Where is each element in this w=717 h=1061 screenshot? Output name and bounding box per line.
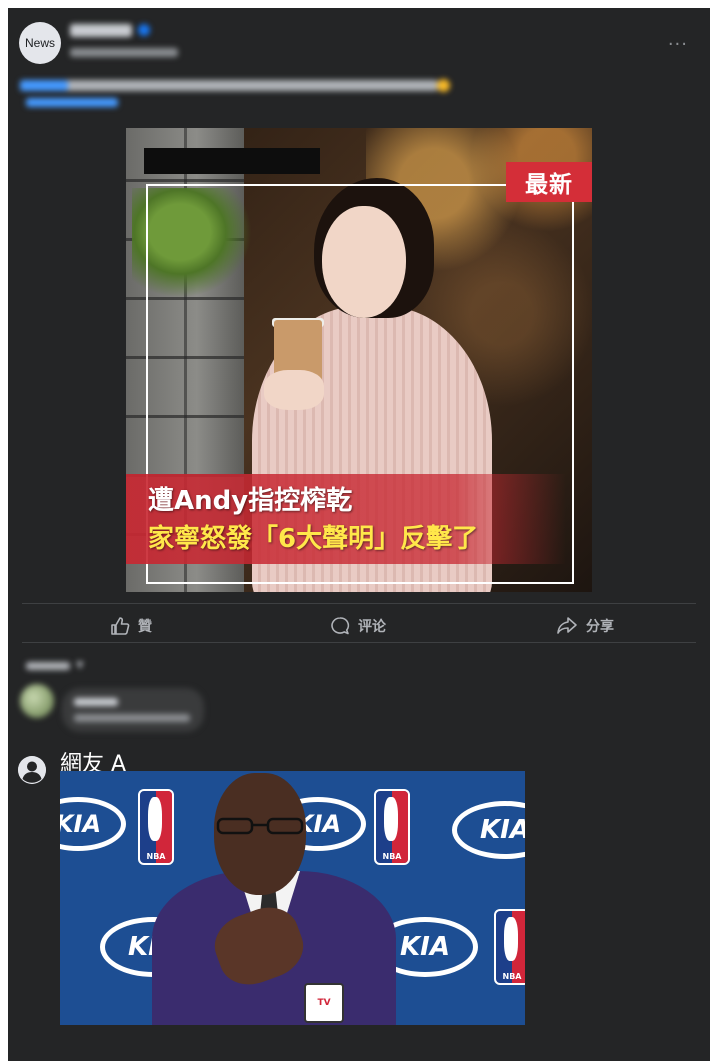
verified-badge-icon — [138, 24, 150, 36]
chevron-down-icon[interactable]: ▼ — [76, 660, 84, 671]
like-label: 贊 — [138, 619, 152, 635]
like-button[interactable]: 贊 — [110, 614, 152, 638]
share-arrow-icon — [557, 617, 577, 634]
latest-badge: 最新 — [506, 162, 592, 202]
reply-image[interactable]: KIA KIA KIA KIA KIA NBA NBA NBA TV — [60, 771, 525, 1025]
action-bar-bottom-divider — [22, 642, 696, 643]
user-avatar-icon[interactable] — [18, 756, 46, 784]
share-label: 分享 — [586, 619, 614, 635]
page-name-redacted[interactable] — [70, 24, 132, 37]
action-bar-top-divider — [22, 603, 696, 604]
nba-logo: NBA — [138, 789, 174, 865]
comment-bubble-icon — [331, 617, 350, 635]
caption-link-redacted[interactable] — [26, 98, 118, 107]
comment-sort-redacted[interactable] — [26, 662, 70, 670]
facebook-post-card: News ··· 最新 遭Andy指控榨乾 家寧怒發「6大聲明」反擊了 贊 评论… — [8, 8, 710, 1061]
share-button[interactable]: 分享 — [556, 614, 614, 638]
glasses-icon — [216, 817, 304, 835]
redaction-bar — [144, 148, 320, 174]
page-avatar[interactable]: News — [19, 22, 61, 64]
page-avatar-label: News — [24, 36, 55, 50]
comment-label: 评论 — [358, 619, 386, 635]
nba-logo: NBA — [374, 789, 410, 865]
caption-hashtag[interactable] — [20, 80, 68, 91]
post-timestamp-redacted[interactable] — [70, 48, 178, 57]
comment-button[interactable]: 评论 — [330, 614, 386, 638]
more-options-icon[interactable]: ··· — [668, 34, 688, 55]
nba-logo: NBA — [494, 909, 525, 985]
headline-line-2: 家寧怒發「6大聲明」反擊了 — [148, 524, 479, 554]
kia-logo: KIA — [60, 797, 126, 851]
comment-bubble-redacted — [62, 688, 204, 732]
headline-line-1: 遭Andy指控榨乾 — [148, 486, 353, 516]
tv-microphone-logo: TV — [304, 983, 344, 1023]
post-image[interactable]: 最新 遭Andy指控榨乾 家寧怒發「6大聲明」反擊了 — [126, 128, 592, 592]
post-caption-redacted — [20, 79, 450, 92]
thumbs-up-icon — [111, 617, 130, 635]
commenter-avatar-redacted[interactable] — [20, 684, 54, 718]
emoji-icon — [437, 79, 450, 92]
kia-logo: KIA — [452, 801, 525, 859]
